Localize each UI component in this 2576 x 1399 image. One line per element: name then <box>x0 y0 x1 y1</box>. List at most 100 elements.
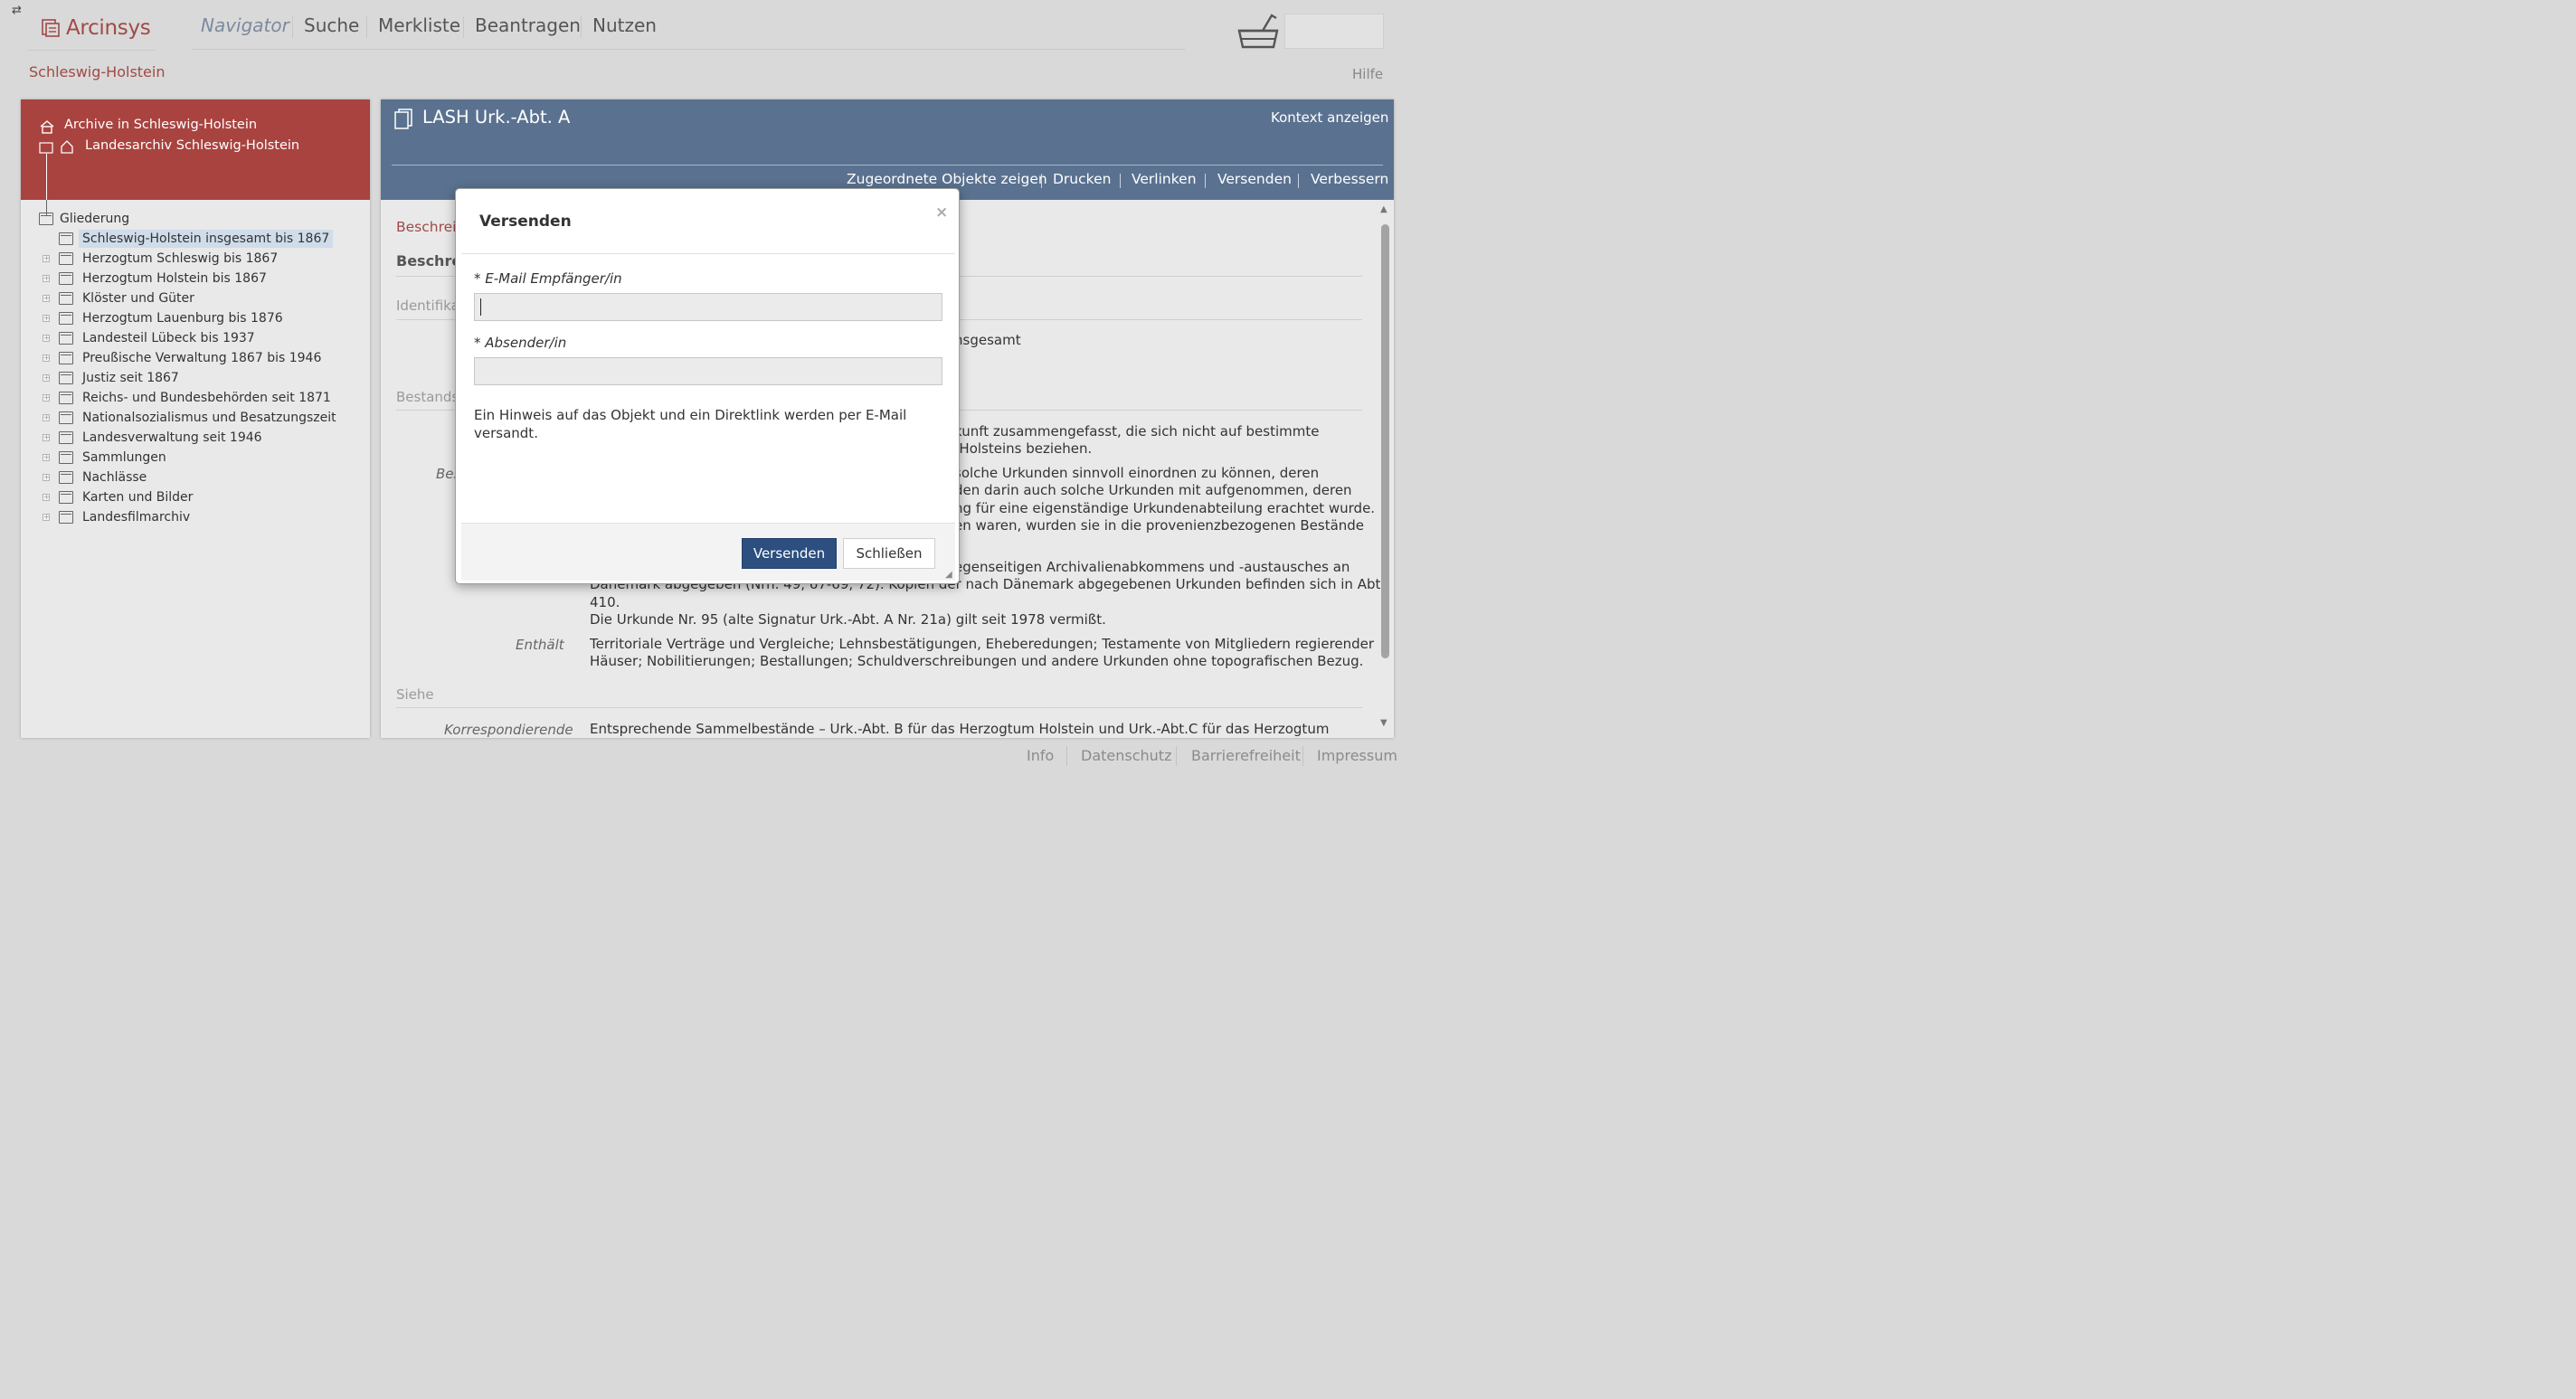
tree-item-label: Karten und Bilder <box>82 490 194 505</box>
breadcrumb-archive[interactable]: Landesarchiv Schleswig-Holstein <box>85 138 299 153</box>
folder-icon <box>59 431 73 444</box>
action-divider <box>1298 174 1299 188</box>
nav-divider <box>292 16 293 38</box>
archives-icon <box>40 120 54 134</box>
description-line: en waren, wurden sie in die provenienzbe… <box>954 517 1365 534</box>
nav-divider <box>581 16 582 38</box>
tree-item-label: Nationalsozialismus und Besatzungszeit <box>82 411 336 425</box>
description-line: 410. <box>590 594 620 610</box>
identifikation-value: nsgesamt <box>954 332 1021 348</box>
expand-icon[interactable]: + <box>43 275 50 282</box>
send-dialog: Versenden × * E-Mail Empfänger/in * Abse… <box>455 188 960 584</box>
close-button[interactable]: Schließen <box>843 538 935 569</box>
resize-grip-icon[interactable]: ◢ <box>945 570 952 580</box>
folder-icon <box>59 252 73 265</box>
expand-icon[interactable]: + <box>43 295 50 302</box>
expand-icon[interactable]: + <box>43 434 50 441</box>
expand-icon[interactable]: + <box>43 354 50 362</box>
expand-icon[interactable]: + <box>43 494 50 501</box>
folder-icon <box>59 392 73 404</box>
expand-icon[interactable]: + <box>43 514 50 521</box>
nav-nutzen[interactable]: Nutzen <box>592 14 657 36</box>
tree-item-label: Landesverwaltung seit 1946 <box>82 430 262 445</box>
breadcrumb-archives[interactable]: Archive in Schleswig-Holstein <box>64 118 257 132</box>
group-bestandsbeschreibung: Bestands <box>396 389 459 405</box>
scroll-up-icon[interactable]: ▲ <box>1380 204 1387 214</box>
description-line: solche Urkunden sinnvoll einordnen zu kö… <box>954 465 1320 481</box>
logo[interactable]: Arcinsys <box>27 13 156 51</box>
field-label-enthaelt: Enthält <box>516 637 564 653</box>
action-verlinken[interactable]: Verlinken <box>1132 171 1197 187</box>
field-label-korrespondierende: Korrespondierende <box>444 722 573 738</box>
email-recipient-input[interactable] <box>474 293 942 321</box>
folder-icon <box>59 332 73 345</box>
help-link[interactable]: Hilfe <box>1352 66 1383 82</box>
expand-icon[interactable]: + <box>43 474 50 481</box>
folder-icon <box>59 411 73 424</box>
dialog-title: Versenden <box>479 213 572 231</box>
expand-icon[interactable]: + <box>43 335 50 342</box>
expand-icon[interactable]: + <box>43 255 50 262</box>
tree-item-label: Landesteil Lübeck bis 1937 <box>82 331 255 345</box>
action-drucken[interactable]: Drucken <box>1053 171 1111 187</box>
folder-icon <box>59 471 73 484</box>
expand-icon[interactable]: + <box>43 394 50 402</box>
enthaelt-line: Territoriale Verträge und Vergleiche; Le… <box>590 636 1375 652</box>
nav-suche[interactable]: Suche <box>304 14 359 36</box>
document-icon <box>394 109 412 129</box>
section-divider <box>396 707 1362 708</box>
folder-icon <box>59 292 73 305</box>
folder-icon <box>39 213 53 225</box>
section-tab-beschreibung[interactable]: Beschrei <box>396 219 456 235</box>
scrollbar[interactable]: ▲ ▼ <box>1380 204 1391 734</box>
footer-divider <box>1066 746 1067 766</box>
close-icon[interactable]: × <box>935 203 948 222</box>
tree-item-label: Herzogtum Schleswig bis 1867 <box>82 251 279 266</box>
nav-navigator[interactable]: Navigator <box>201 14 289 36</box>
scrollbar-thumb[interactable] <box>1381 224 1389 658</box>
footer-info[interactable]: Info <box>1027 747 1054 764</box>
nav-beantragen[interactable]: Beantragen <box>475 14 581 36</box>
description-line: -Holsteins beziehen. <box>954 440 1093 457</box>
sender-input[interactable] <box>474 357 942 385</box>
korrespondierende-value: Entsprechende Sammelbestände – Urk.-Abt.… <box>590 721 1330 737</box>
description-line: den darin auch solche Urkunden mit aufge… <box>954 482 1352 498</box>
text-caret <box>480 298 481 316</box>
folder-icon <box>59 312 73 325</box>
archive-logo-icon <box>42 19 60 37</box>
region-label: Schleswig-Holstein <box>29 63 166 80</box>
record-title: LASH Urk.-Abt. A <box>422 107 571 128</box>
send-button[interactable]: Versenden <box>742 538 837 569</box>
footer-datenschutz[interactable]: Datenschutz <box>1081 747 1171 764</box>
tree-root-label: Gliederung <box>60 212 130 226</box>
action-versenden[interactable]: Versenden <box>1217 171 1292 187</box>
action-zugeordnete-objekte[interactable]: Zugeordnete Objekte zeigen <box>847 171 1047 187</box>
expand-icon[interactable]: + <box>43 315 50 322</box>
expand-icon[interactable]: + <box>43 374 50 382</box>
login-field[interactable] <box>1284 14 1384 49</box>
scroll-down-icon[interactable]: ▼ <box>1380 718 1387 728</box>
context-link[interactable]: Kontext anzeigen <box>1271 109 1388 126</box>
tree-panel: Archive in Schleswig-Holstein Landesarch… <box>21 99 370 738</box>
expand-icon[interactable]: + <box>43 454 50 461</box>
folder-icon <box>59 451 73 464</box>
action-verbessern[interactable]: Verbessern <box>1311 171 1388 187</box>
enthaelt-line: Häuser; Nobilitierungen; Bestallungen; S… <box>590 653 1364 669</box>
description-line: ng für eine eigenständige Urkundenabteil… <box>954 500 1376 516</box>
footer-barrierefreiheit[interactable]: Barrierefreiheit <box>1191 747 1301 764</box>
folder-icon <box>59 272 73 285</box>
nav-merkliste[interactable]: Merkliste <box>378 14 460 36</box>
action-divider <box>1205 174 1206 188</box>
description-line: kunft zusammengefasst, die sich nicht au… <box>954 423 1320 440</box>
tree-item-label: Justiz seit 1867 <box>82 371 179 385</box>
tree-item-label: Herzogtum Lauenburg bis 1876 <box>82 311 283 326</box>
swap-icon[interactable]: ⇄ <box>12 4 22 17</box>
expand-icon[interactable]: + <box>43 414 50 421</box>
archive-breadcrumb: Archive in Schleswig-Holstein Landesarch… <box>21 99 370 200</box>
basket-icon[interactable] <box>1236 11 1281 51</box>
folder-icon <box>59 511 73 524</box>
description-line: Die Urkunde Nr. 95 (alte Signatur Urk.-A… <box>590 611 1106 628</box>
footer-impressum[interactable]: Impressum <box>1317 747 1397 764</box>
footer-divider <box>1302 746 1303 766</box>
tree-item-label: Landesfilmarchiv <box>82 510 191 525</box>
